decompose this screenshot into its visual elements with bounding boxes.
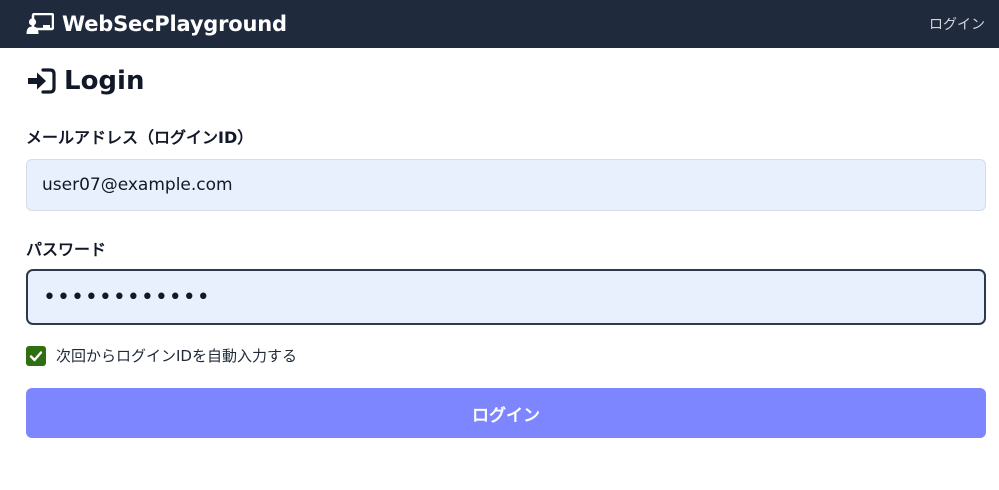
email-label: メールアドレス（ログインID）	[26, 128, 254, 147]
remember-login-label: 次回からログインIDを自動入力する	[56, 347, 297, 365]
checkmark-icon	[29, 350, 43, 361]
navbar: WebSecPlayground ログイン	[0, 0, 999, 48]
email-field[interactable]	[26, 159, 986, 211]
brand-name: WebSecPlayground	[62, 12, 287, 36]
password-field[interactable]	[26, 269, 986, 325]
chalkboard-user-icon	[26, 13, 54, 34]
sign-in-icon	[28, 68, 56, 94]
login-button[interactable]: ログイン	[26, 388, 986, 438]
brand[interactable]: WebSecPlayground	[26, 12, 287, 36]
page-title: Login	[64, 66, 145, 96]
remember-login-row: 次回からログインIDを自動入力する	[26, 345, 297, 366]
page-header: Login	[26, 66, 986, 96]
password-label: パスワード	[26, 240, 107, 259]
nav-login-link[interactable]: ログイン	[929, 14, 985, 34]
login-form: Login メールアドレス（ログインID） パスワード 次回からログインIDを自…	[26, 48, 986, 438]
remember-login-checkbox[interactable]	[26, 345, 46, 366]
